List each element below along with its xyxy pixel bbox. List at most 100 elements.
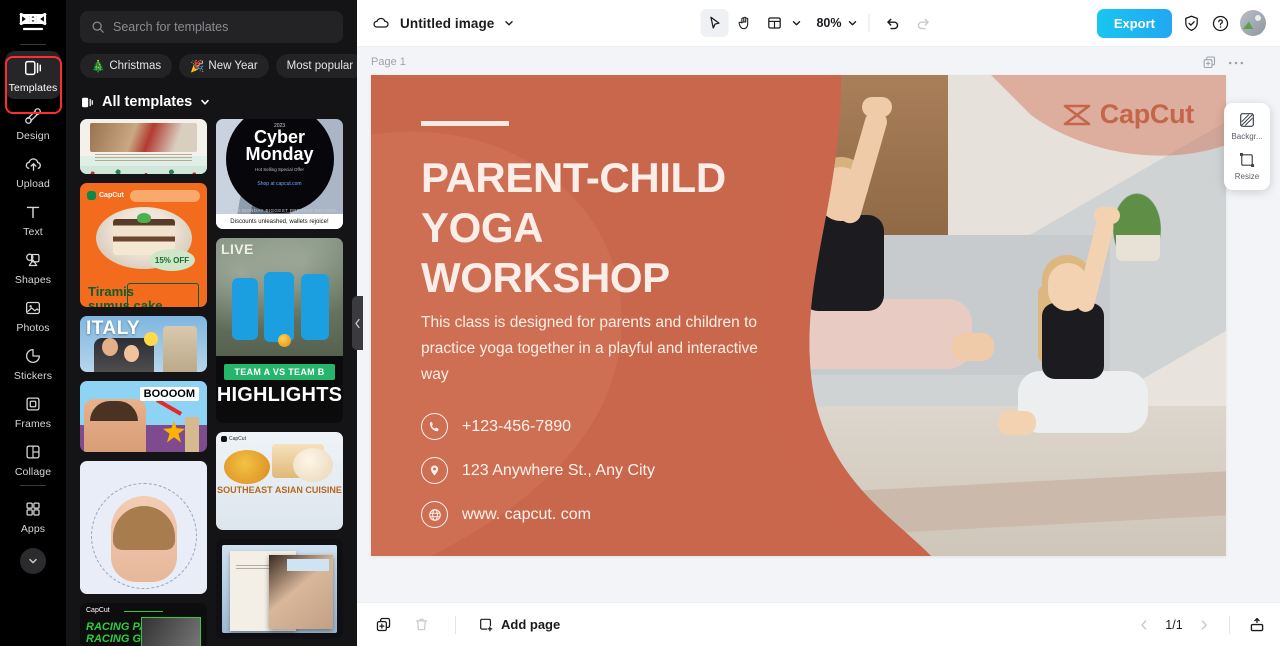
- resize-button[interactable]: Resize: [1224, 151, 1270, 181]
- select-tool-button[interactable]: [700, 9, 728, 37]
- contact-address-row: 123 Anywhere St., Any City: [421, 457, 655, 484]
- template-card[interactable]: [80, 460, 207, 594]
- sidebar-item-text[interactable]: Text: [5, 195, 61, 243]
- sidebar-item-shapes[interactable]: Shapes: [5, 243, 61, 291]
- sidebar-item-design[interactable]: Design: [5, 99, 61, 147]
- delete-page-button[interactable]: [409, 613, 433, 637]
- add-page-button[interactable]: Add page: [478, 617, 560, 633]
- page-label: Page 1: [371, 56, 406, 68]
- chip-most-popular[interactable]: Most popular: [275, 54, 357, 78]
- topbar-right-group: Export: [1096, 8, 1266, 38]
- template-card[interactable]: CapCut SOUTHEAST ASIAN CUISINE: [216, 432, 343, 530]
- search-input[interactable]: [113, 20, 332, 34]
- template-card[interactable]: BOOOOM: [80, 380, 207, 452]
- photos-icon: [22, 297, 44, 319]
- chevron-left-icon: [354, 318, 361, 329]
- sidebar-item-stickers[interactable]: Stickers: [5, 339, 61, 387]
- sidebar-item-templates[interactable]: Templates: [5, 51, 61, 99]
- boooom-gaming-template: BOOOOM: [80, 380, 207, 452]
- template-card[interactable]: 2023 Cyber Monday Hot Selling Special Off…: [216, 119, 343, 229]
- bottombar-divider: [455, 615, 456, 634]
- template-card[interactable]: LIVE TEAM A VS TEAM B HIGHLIGHTS: [216, 238, 343, 423]
- filter-chips: 🎄 Christmas 🎉 New Year Most popular: [66, 43, 357, 78]
- sidebar-label: Apps: [20, 523, 46, 535]
- chip-christmas[interactable]: 🎄 Christmas: [80, 54, 173, 78]
- rail-divider-2: [20, 485, 46, 486]
- next-page-button[interactable]: [1197, 618, 1211, 632]
- question-circle-icon[interactable]: [1211, 14, 1230, 33]
- cloud-icon[interactable]: [371, 13, 391, 33]
- contact-phone-text: +123-456-7890: [462, 417, 571, 435]
- template-title: Cyber Monday: [245, 127, 314, 164]
- user-avatar[interactable]: [1240, 10, 1266, 36]
- design-icon: [22, 105, 44, 127]
- ellipsis-icon[interactable]: [1228, 60, 1244, 66]
- layout-chevron-icon[interactable]: [790, 17, 802, 29]
- stickers-icon: [22, 345, 44, 367]
- duplicate-page-button[interactable]: [371, 613, 395, 637]
- capcut-logo-icon[interactable]: [13, 6, 53, 40]
- chevron-down-icon[interactable]: [846, 17, 858, 29]
- search-box[interactable]: [80, 11, 343, 43]
- contact-website-text: www. capcut. com: [462, 505, 591, 523]
- contact-website-row: www. capcut. com: [421, 501, 655, 528]
- background-label: Backgr...: [1231, 132, 1263, 141]
- zoom-control[interactable]: 80%: [814, 16, 858, 30]
- sidebar-item-apps[interactable]: Apps: [5, 492, 61, 540]
- template-card[interactable]: CapCut RACING PASSION RACING GLORY: [80, 602, 207, 646]
- hand-tool-button[interactable]: [730, 9, 758, 37]
- chip-new-year[interactable]: 🎉 New Year: [179, 54, 269, 78]
- rail-collapse-button[interactable]: [20, 548, 46, 574]
- redo-button[interactable]: [909, 9, 937, 37]
- globe-icon: [421, 501, 448, 528]
- sidebar-item-photos[interactable]: Photos: [5, 291, 61, 339]
- panel-collapse-handle[interactable]: [352, 296, 363, 350]
- export-button[interactable]: Export: [1096, 8, 1172, 38]
- capcut-editor-app: Templates Design Upload Text Shapes Phot…: [0, 0, 1280, 646]
- undo-arrow-icon: [885, 15, 902, 32]
- template-card[interactable]: ITALY: [80, 316, 207, 372]
- undo-button[interactable]: [879, 9, 907, 37]
- document-title[interactable]: Untitled image: [400, 16, 494, 31]
- shield-check-icon[interactable]: [1182, 14, 1201, 33]
- resize-label: Resize: [1234, 172, 1260, 181]
- capcut-logo-icon: [1062, 103, 1092, 127]
- heading-line-1: PARENT-CHILD: [421, 154, 726, 201]
- rail-divider: [20, 44, 46, 45]
- duplicate-page-icon[interactable]: [1202, 55, 1217, 70]
- christmas-tree-icon: 🎄: [91, 61, 106, 73]
- canvas-area[interactable]: Page 1 PARENT-CHILD YOGA WORKSHOP This c…: [357, 47, 1280, 602]
- background-button[interactable]: Backgr...: [1224, 111, 1270, 141]
- chip-label: Most popular: [286, 60, 354, 72]
- template-title: BOOOOM: [139, 386, 199, 401]
- template-title: ITALY: [86, 318, 141, 340]
- frames-icon: [22, 393, 44, 415]
- chevron-down-icon[interactable]: [503, 17, 515, 29]
- chevron-down-icon[interactable]: [199, 96, 211, 108]
- template-card[interactable]: CapCut 15% OFF Tiramis sumus cake: [80, 183, 207, 308]
- heading-line-2: YOGA: [421, 204, 544, 251]
- layout-tool-button[interactable]: [760, 9, 788, 37]
- sidebar-label: Stickers: [13, 370, 53, 382]
- all-templates-header[interactable]: All templates: [66, 78, 357, 119]
- location-pin-icon: [421, 457, 448, 484]
- design-heading: PARENT-CHILD YOGA WORKSHOP: [421, 153, 841, 303]
- redo-arrow-icon: [915, 15, 932, 32]
- page-indicator: 1/1: [1165, 617, 1183, 632]
- brand-label: CapCut: [99, 192, 124, 200]
- sidebar-item-frames[interactable]: Frames: [5, 387, 61, 435]
- prev-page-button[interactable]: [1137, 618, 1151, 632]
- collage-icon: [22, 441, 44, 463]
- design-artboard[interactable]: PARENT-CHILD YOGA WORKSHOP This class is…: [371, 75, 1226, 556]
- sidebar-label: Photos: [16, 322, 50, 334]
- design-paragraph: This class is designed for parents and c…: [421, 314, 758, 383]
- template-card[interactable]: [216, 539, 343, 639]
- toolbar-divider: [868, 14, 869, 32]
- cyber-monday-template: 2023 Cyber Monday Hot Selling Special Off…: [216, 119, 343, 229]
- brand-label: CapCut: [229, 436, 246, 442]
- sidebar-item-collage[interactable]: Collage: [5, 435, 61, 483]
- export-page-button[interactable]: [1248, 616, 1266, 634]
- template-card[interactable]: [80, 119, 207, 175]
- brand-label: CapCut: [86, 606, 110, 614]
- sidebar-item-upload[interactable]: Upload: [5, 147, 61, 195]
